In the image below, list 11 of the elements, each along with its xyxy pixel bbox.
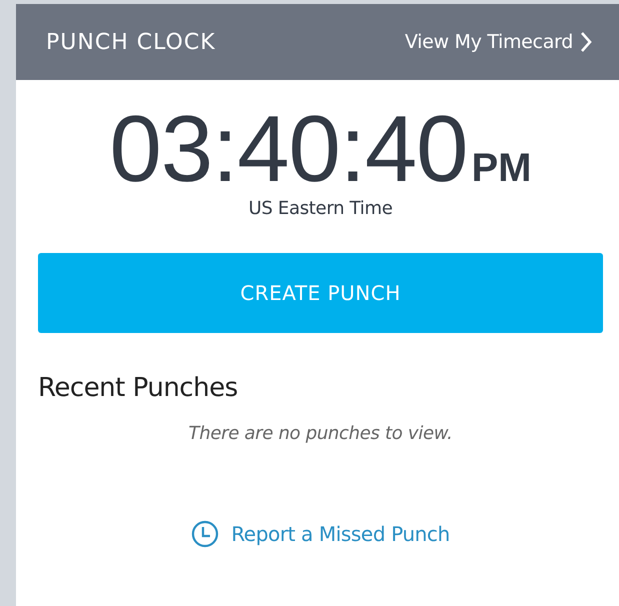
timezone-label: US Eastern Time: [248, 198, 392, 219]
panel-title: PUNCH CLOCK: [46, 30, 216, 54]
report-missed-punch-link[interactable]: Report a Missed Punch: [191, 520, 450, 548]
empty-message: There are no punches to view.: [188, 423, 452, 444]
clock-meridiem: PM: [471, 146, 532, 191]
clock-icon: [191, 520, 220, 548]
chevron-right-icon: [579, 31, 593, 53]
clock-time: 03:40:40: [110, 102, 468, 196]
recent-punches-heading: Recent Punches: [38, 373, 238, 403]
create-punch-button[interactable]: CREATE PUNCH: [38, 253, 603, 333]
view-timecard-link[interactable]: View My Timecard: [404, 31, 593, 53]
